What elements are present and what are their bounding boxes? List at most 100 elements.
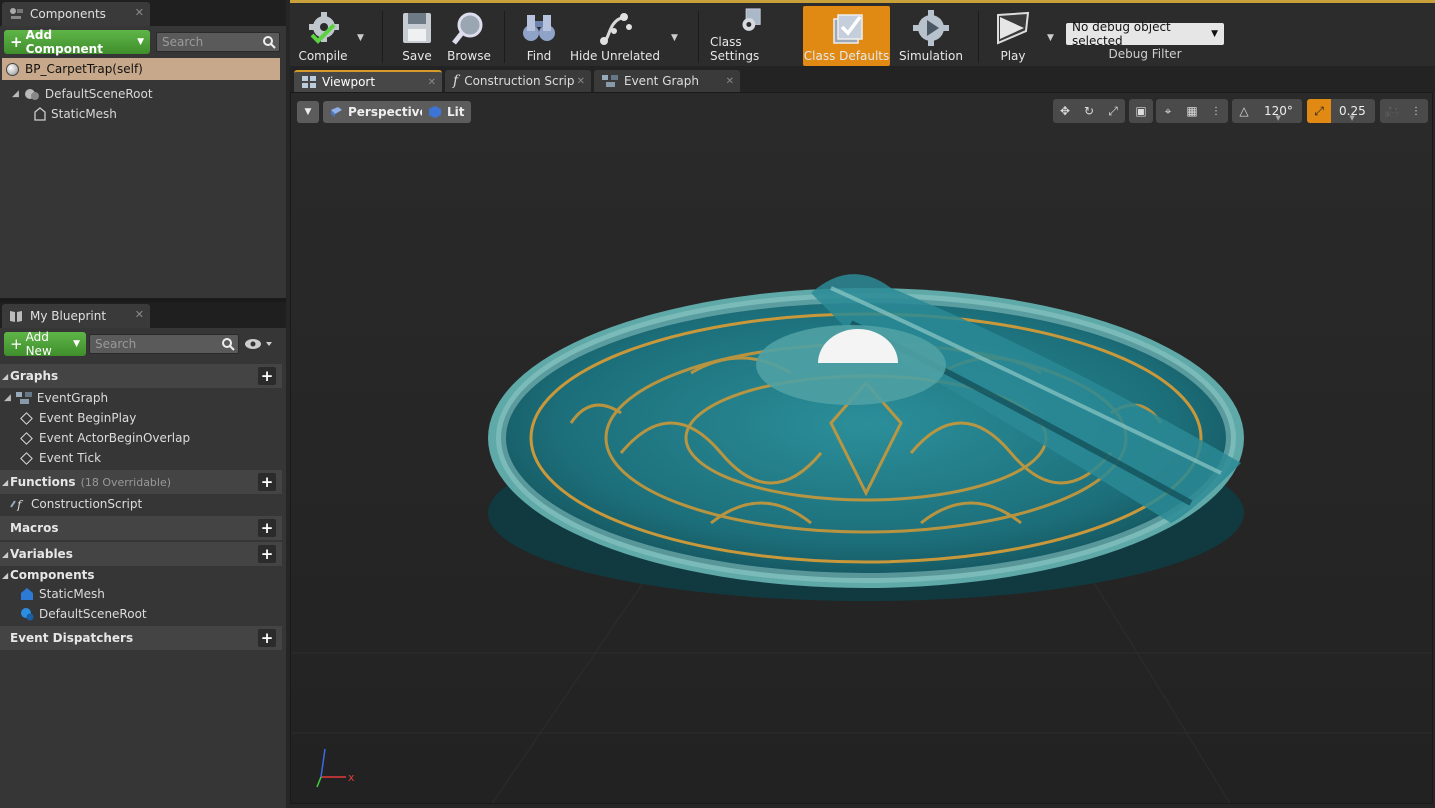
add-function-button[interactable]: +	[258, 473, 276, 491]
components-tab-label: Components	[30, 7, 106, 21]
lit-sphere-icon	[429, 106, 441, 118]
add-new-button[interactable]: + Add New ▼	[4, 330, 86, 358]
section-title: Event Dispatchers	[10, 631, 134, 645]
viewport-panel[interactable]: x ▼ Perspective Lit ✥ ↻ ⤢ ▣ ⌖ ▦ ⋮ △ 120°…	[290, 92, 1433, 804]
rotation-snap-icon[interactable]: △	[1232, 99, 1256, 123]
blueprint-search-input[interactable]	[90, 335, 238, 353]
chevron-down-icon: ▼	[304, 107, 312, 117]
perspective-button[interactable]: Perspective	[323, 101, 434, 123]
close-icon[interactable]: ✕	[726, 76, 734, 87]
translate-icon[interactable]: ✥	[1053, 99, 1077, 123]
components-tab[interactable]: Components ✕	[2, 2, 150, 26]
close-icon[interactable]: ✕	[428, 77, 436, 88]
grid-snap-icon[interactable]: ▦	[1180, 99, 1204, 123]
function-icon: f	[10, 498, 24, 511]
add-event-dispatcher-button[interactable]: +	[258, 629, 276, 647]
tab-label: Viewport	[322, 75, 376, 89]
search-icon	[222, 338, 235, 351]
add-macro-button[interactable]: +	[258, 519, 276, 537]
graph-item-eventgraph[interactable]: ◢ EventGraph	[4, 388, 108, 408]
close-icon[interactable]: ✕	[577, 76, 585, 87]
perspective-label: Perspective	[348, 105, 428, 119]
components-search-input[interactable]	[157, 33, 279, 51]
event-diamond-icon	[20, 411, 33, 425]
collapse-triangle-icon[interactable]: ◢	[4, 393, 11, 403]
compile-label: Compile	[298, 49, 348, 63]
close-icon[interactable]: ✕	[135, 308, 144, 321]
viewport-options-button[interactable]: ▼	[297, 101, 319, 123]
self-component-row[interactable]: BP_CarpetTrap(self)	[2, 58, 280, 80]
view-options-eye-icon[interactable]	[244, 336, 274, 352]
toolbar-separator	[382, 11, 383, 63]
self-component-label: BP_CarpetTrap(self)	[25, 62, 143, 76]
variable-item-staticmesh[interactable]: StaticMesh	[20, 584, 105, 604]
collapse-triangle-icon: ◢	[2, 477, 9, 487]
viewport-scene[interactable]: x	[291, 93, 1433, 804]
browse-button[interactable]: Browse	[444, 6, 494, 66]
section-graphs[interactable]: ◢ Graphs +	[0, 364, 282, 388]
lit-button[interactable]: Lit	[422, 101, 471, 123]
rotation-snap-value[interactable]: 120° ▼	[1256, 99, 1301, 123]
scene-root-icon	[24, 89, 39, 100]
surface-snap-icon[interactable]: ⌖	[1156, 99, 1180, 123]
tree-item-defaultsceneroot[interactable]: ◢ DefaultSceneRoot	[12, 84, 153, 104]
section-event-dispatchers[interactable]: Event Dispatchers +	[0, 626, 282, 650]
tree-item-staticmesh[interactable]: StaticMesh	[34, 104, 117, 124]
play-options-chevron-icon[interactable]: ▼	[1047, 33, 1054, 43]
hide-unrelated-button[interactable]: Hide Unrelated	[570, 6, 660, 66]
section-macros[interactable]: Macros +	[0, 516, 282, 540]
add-variable-button[interactable]: +	[258, 545, 276, 563]
play-button[interactable]: Play	[990, 6, 1036, 66]
function-item-constructionscript[interactable]: f ConstructionScript	[10, 494, 142, 514]
debug-filter-label: Debug Filter	[1108, 47, 1182, 61]
subsection-components[interactable]: ◢ Components	[0, 566, 282, 584]
scale-icon[interactable]: ⤢	[1101, 99, 1125, 123]
save-button[interactable]: Save	[394, 6, 440, 66]
section-functions[interactable]: ◢ Functions (18 Overridable) +	[0, 470, 282, 494]
add-graph-button[interactable]: +	[258, 367, 276, 385]
components-search[interactable]	[156, 32, 280, 52]
blueprint-search[interactable]	[89, 334, 239, 354]
function-item-label: ConstructionScript	[31, 497, 143, 511]
event-item-actorbeginoverlap[interactable]: Event ActorBeginOverlap	[20, 428, 190, 448]
find-label: Find	[526, 49, 552, 63]
binoculars-icon	[523, 15, 555, 41]
camera-speed-icon[interactable]: 🎥	[1380, 99, 1404, 123]
event-item-beginplay[interactable]: Event BeginPlay	[20, 408, 136, 428]
find-button[interactable]: Find	[516, 6, 562, 66]
grid-snap-value-chevron-icon[interactable]: ⋮	[1204, 99, 1228, 123]
tree-item-label: StaticMesh	[51, 107, 117, 121]
document-tabs: Viewport ✕ f Construction Scrip ✕ Event …	[290, 66, 1435, 92]
compile-options-chevron-icon[interactable]: ▼	[357, 33, 364, 43]
collapse-triangle-icon[interactable]: ◢	[12, 89, 19, 99]
function-icon: f	[453, 73, 459, 89]
hide-unrelated-chevron-icon[interactable]: ▼	[671, 33, 678, 43]
class-settings-button[interactable]: Class Settings	[710, 6, 792, 66]
simulation-button[interactable]: Simulation	[896, 6, 966, 66]
class-defaults-button[interactable]: Class Defaults	[803, 6, 890, 66]
section-title: Variables	[10, 547, 73, 561]
components-tabbar: Components ✕	[0, 0, 286, 26]
cube-icon[interactable]: ▣	[1129, 99, 1153, 123]
tab-event-graph[interactable]: Event Graph ✕	[594, 70, 740, 92]
add-new-label: Add New	[25, 330, 52, 358]
scale-snap-icon[interactable]: ⤢	[1307, 99, 1331, 123]
variable-item-defaultsceneroot[interactable]: DefaultSceneRoot	[20, 604, 147, 624]
section-variables[interactable]: ◢ Variables +	[0, 542, 282, 566]
camera-speed-chevron-icon[interactable]: ⋮	[1404, 99, 1428, 123]
tab-viewport[interactable]: Viewport ✕	[294, 70, 442, 92]
rotate-icon[interactable]: ↻	[1077, 99, 1101, 123]
tab-label: Event Graph	[624, 74, 699, 88]
compile-button[interactable]: Compile	[294, 6, 352, 66]
class-defaults-label: Class Defaults	[803, 49, 890, 63]
tab-construction-script[interactable]: f Construction Scrip ✕	[445, 70, 591, 92]
debug-object-select[interactable]: No debug object selected ▼	[1066, 20, 1224, 48]
event-graph-icon	[15, 392, 32, 404]
lit-label: Lit	[447, 105, 465, 119]
add-component-button[interactable]: + Add Component ▼	[4, 28, 150, 56]
close-icon[interactable]: ✕	[135, 6, 144, 19]
scale-snap-value[interactable]: 0.25 ▼	[1331, 99, 1374, 123]
myblueprint-tab[interactable]: My Blueprint ✕	[2, 304, 150, 328]
event-item-tick[interactable]: Event Tick	[20, 448, 101, 468]
class-defaults-icon	[832, 14, 863, 44]
